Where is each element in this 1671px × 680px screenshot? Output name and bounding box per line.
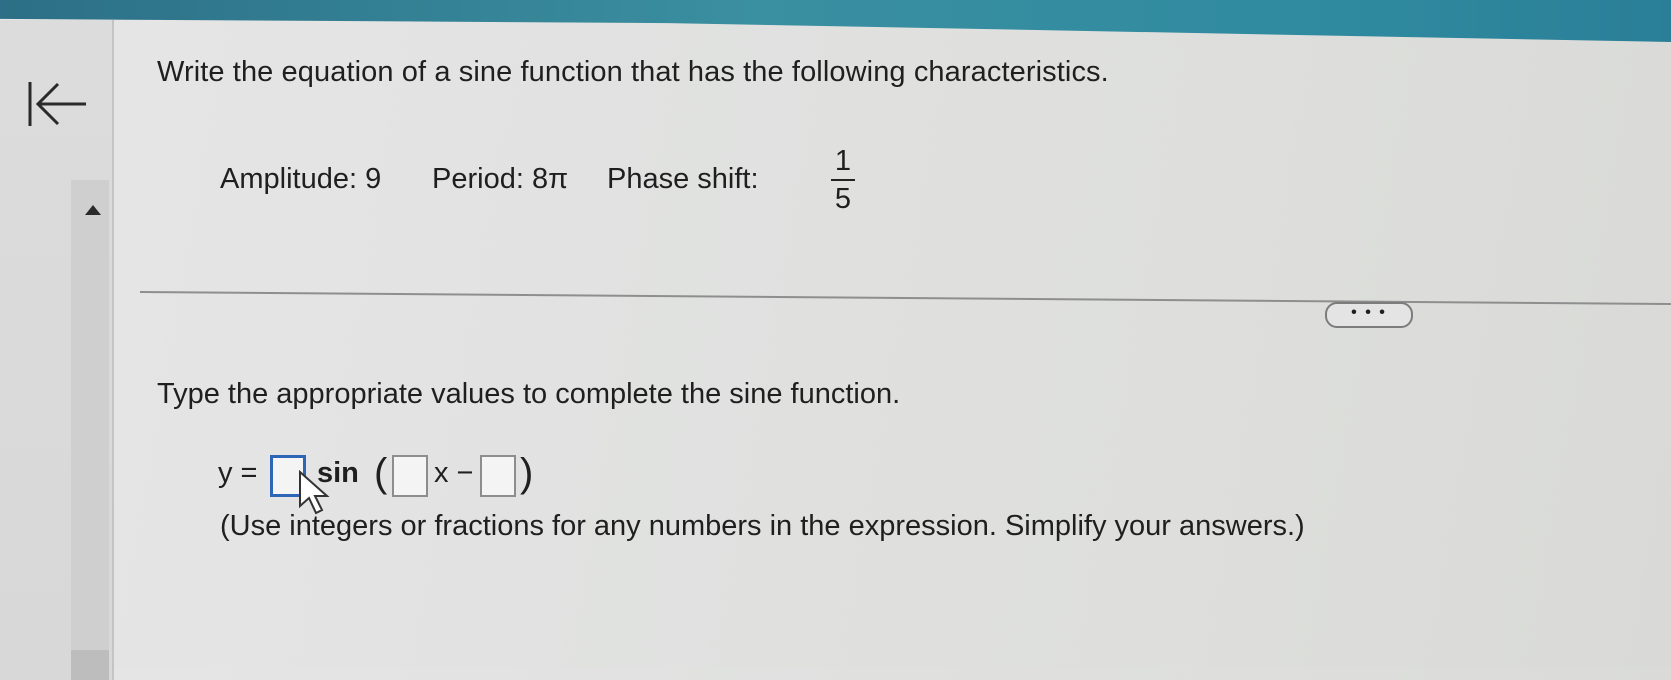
collapse-left-icon[interactable] <box>26 80 88 130</box>
mouse-pointer-icon <box>299 470 330 515</box>
b-coefficient-answer-box[interactable] <box>392 455 428 497</box>
equation-y-equals: y = <box>218 457 258 489</box>
top-header-bar <box>0 0 1671 42</box>
scrollbar-track[interactable] <box>71 180 109 680</box>
more-options-button[interactable]: • • • <box>1325 302 1413 328</box>
question-prompt: Write the equation of a sine function th… <box>157 56 1109 88</box>
phase-shift-label: Phase shift: <box>607 163 759 195</box>
fraction-bar <box>831 179 855 181</box>
answer-hint: (Use integers or fractions for any numbe… <box>220 510 1305 542</box>
equation-x-minus: x − <box>434 457 474 489</box>
phase-shift-fraction: 1 5 <box>831 145 855 215</box>
instruction-text: Type the appropriate values to complete … <box>157 378 901 410</box>
c-constant-answer-box[interactable] <box>480 455 516 497</box>
amplitude-label: Amplitude: 9 <box>220 163 382 195</box>
equation-open-paren: ( <box>374 451 388 495</box>
fraction-numerator: 1 <box>834 145 852 177</box>
scrollbar-thumb[interactable] <box>71 650 109 680</box>
panel-divider <box>112 20 114 680</box>
scroll-up-icon[interactable] <box>84 204 102 216</box>
section-divider <box>139 291 1671 306</box>
fraction-denominator: 5 <box>834 183 852 215</box>
equation-close-paren: ) <box>520 451 534 495</box>
period-label: Period: 8π <box>432 163 569 195</box>
